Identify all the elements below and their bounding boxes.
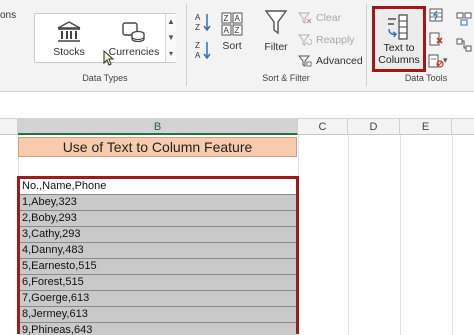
filter-label: Filter [264, 41, 288, 53]
column-header-e[interactable]: E [400, 119, 452, 135]
bank-icon [57, 21, 81, 42]
svg-text:A: A [195, 51, 201, 60]
table-row[interactable]: 2,Boby,293 [20, 211, 296, 227]
svg-text:Z: Z [195, 23, 200, 32]
sort-ascending-button[interactable]: A Z [194, 12, 214, 35]
svg-text:Z: Z [195, 41, 200, 50]
header-row-cell[interactable]: No.,Name,Phone [20, 179, 296, 195]
column-header-a[interactable] [0, 119, 18, 135]
currency-icon [122, 22, 145, 43]
table-row[interactable]: 5,Earnesto,515 [20, 259, 296, 275]
table-row[interactable]: 1,Abey,323 [20, 195, 296, 211]
filter-button[interactable]: Filter [260, 8, 292, 53]
gridline [348, 135, 349, 335]
scroll-up-icon[interactable]: ▲ [166, 14, 176, 30]
consolidate-icon[interactable] [456, 12, 472, 26]
gridline [452, 135, 453, 335]
advanced-label: Advanced [316, 55, 363, 67]
clear-filter-button[interactable]: Clear [298, 12, 341, 24]
table-row[interactable]: 7,Goerge,613 [20, 291, 296, 307]
gallery-more-icon[interactable]: ▾ [166, 46, 176, 62]
sort-z-a-icon: Z A [195, 41, 211, 60]
flash-fill-icon[interactable] [429, 8, 443, 22]
reapply-icon [298, 34, 312, 46]
text-to-columns-label-line2: Columns [378, 54, 420, 66]
table-row[interactable]: 9,Phineas,643 [20, 323, 296, 335]
stocks-label: Stocks [53, 46, 85, 58]
ribbon: ons Stocks Currencies ▲ ▼ ▾ Data Types A… [0, 0, 474, 92]
table-row[interactable]: 6,Forest,515 [20, 275, 296, 291]
sort-a-z-icon: A Z [195, 13, 211, 32]
advanced-filter-button[interactable]: Advanced [298, 55, 363, 67]
group-divider [366, 4, 367, 86]
data-validation-dropdown-icon[interactable]: ▾ [443, 55, 448, 66]
svg-text:Z: Z [235, 26, 240, 35]
table-row[interactable]: 8,Jermey,613 [20, 307, 296, 323]
data-range[interactable]: No.,Name,Phone 1,Abey,323 2,Boby,293 3,C… [17, 176, 299, 335]
advanced-filter-icon [298, 55, 312, 67]
group-divider [186, 4, 187, 86]
ribbon-edge-text: ons [0, 10, 17, 21]
column-header-b[interactable]: B [18, 119, 298, 135]
clear-filter-icon [298, 12, 312, 24]
scroll-down-icon[interactable]: ▼ [166, 30, 176, 46]
sort-descending-button[interactable]: Z A [194, 40, 214, 63]
data-types-gallery-scroll[interactable]: ▲ ▼ ▾ [165, 14, 176, 62]
svg-text:A: A [235, 14, 241, 23]
data-tools-group-label: Data Tools [404, 73, 448, 83]
reapply-button[interactable]: Reapply [298, 34, 355, 46]
sort-label: Sort [222, 40, 242, 52]
filter-funnel-icon [264, 10, 288, 35]
currencies-label: Currencies [108, 46, 160, 58]
data-validation-icon[interactable] [428, 54, 444, 68]
text-to-columns-button[interactable]: Text to Columns [372, 6, 426, 72]
title-cell[interactable]: Use of Text to Column Feature [18, 137, 297, 157]
text-to-columns-icon [388, 14, 408, 40]
sort-dialog-icon: Z A A Z [221, 12, 243, 36]
stocks-button[interactable]: Stocks [49, 20, 89, 60]
data-types-group-label: Data Types [82, 73, 128, 83]
sort-button[interactable]: Z A A Z Sort [218, 11, 246, 52]
text-to-columns-label-line1: Text to [383, 42, 415, 54]
table-row[interactable]: 4,Danny,483 [20, 243, 296, 259]
remove-duplicates-icon[interactable] [429, 32, 443, 46]
mouse-cursor-icon [103, 50, 115, 66]
relationships-icon[interactable] [456, 38, 472, 52]
column-header-row: B C D E [0, 118, 474, 135]
clear-label: Clear [316, 12, 342, 24]
svg-text:A: A [195, 13, 201, 22]
gridline [400, 135, 401, 335]
svg-text:Z: Z [224, 14, 229, 23]
reapply-label: Reapply [316, 34, 355, 46]
column-header-c[interactable]: C [298, 119, 348, 135]
column-header-f[interactable] [452, 119, 474, 135]
svg-text:A: A [224, 26, 230, 35]
sort-filter-group-label: Sort & Filter [262, 73, 310, 83]
table-row[interactable]: 3,Cathy,293 [20, 227, 296, 243]
column-header-d[interactable]: D [348, 119, 400, 135]
